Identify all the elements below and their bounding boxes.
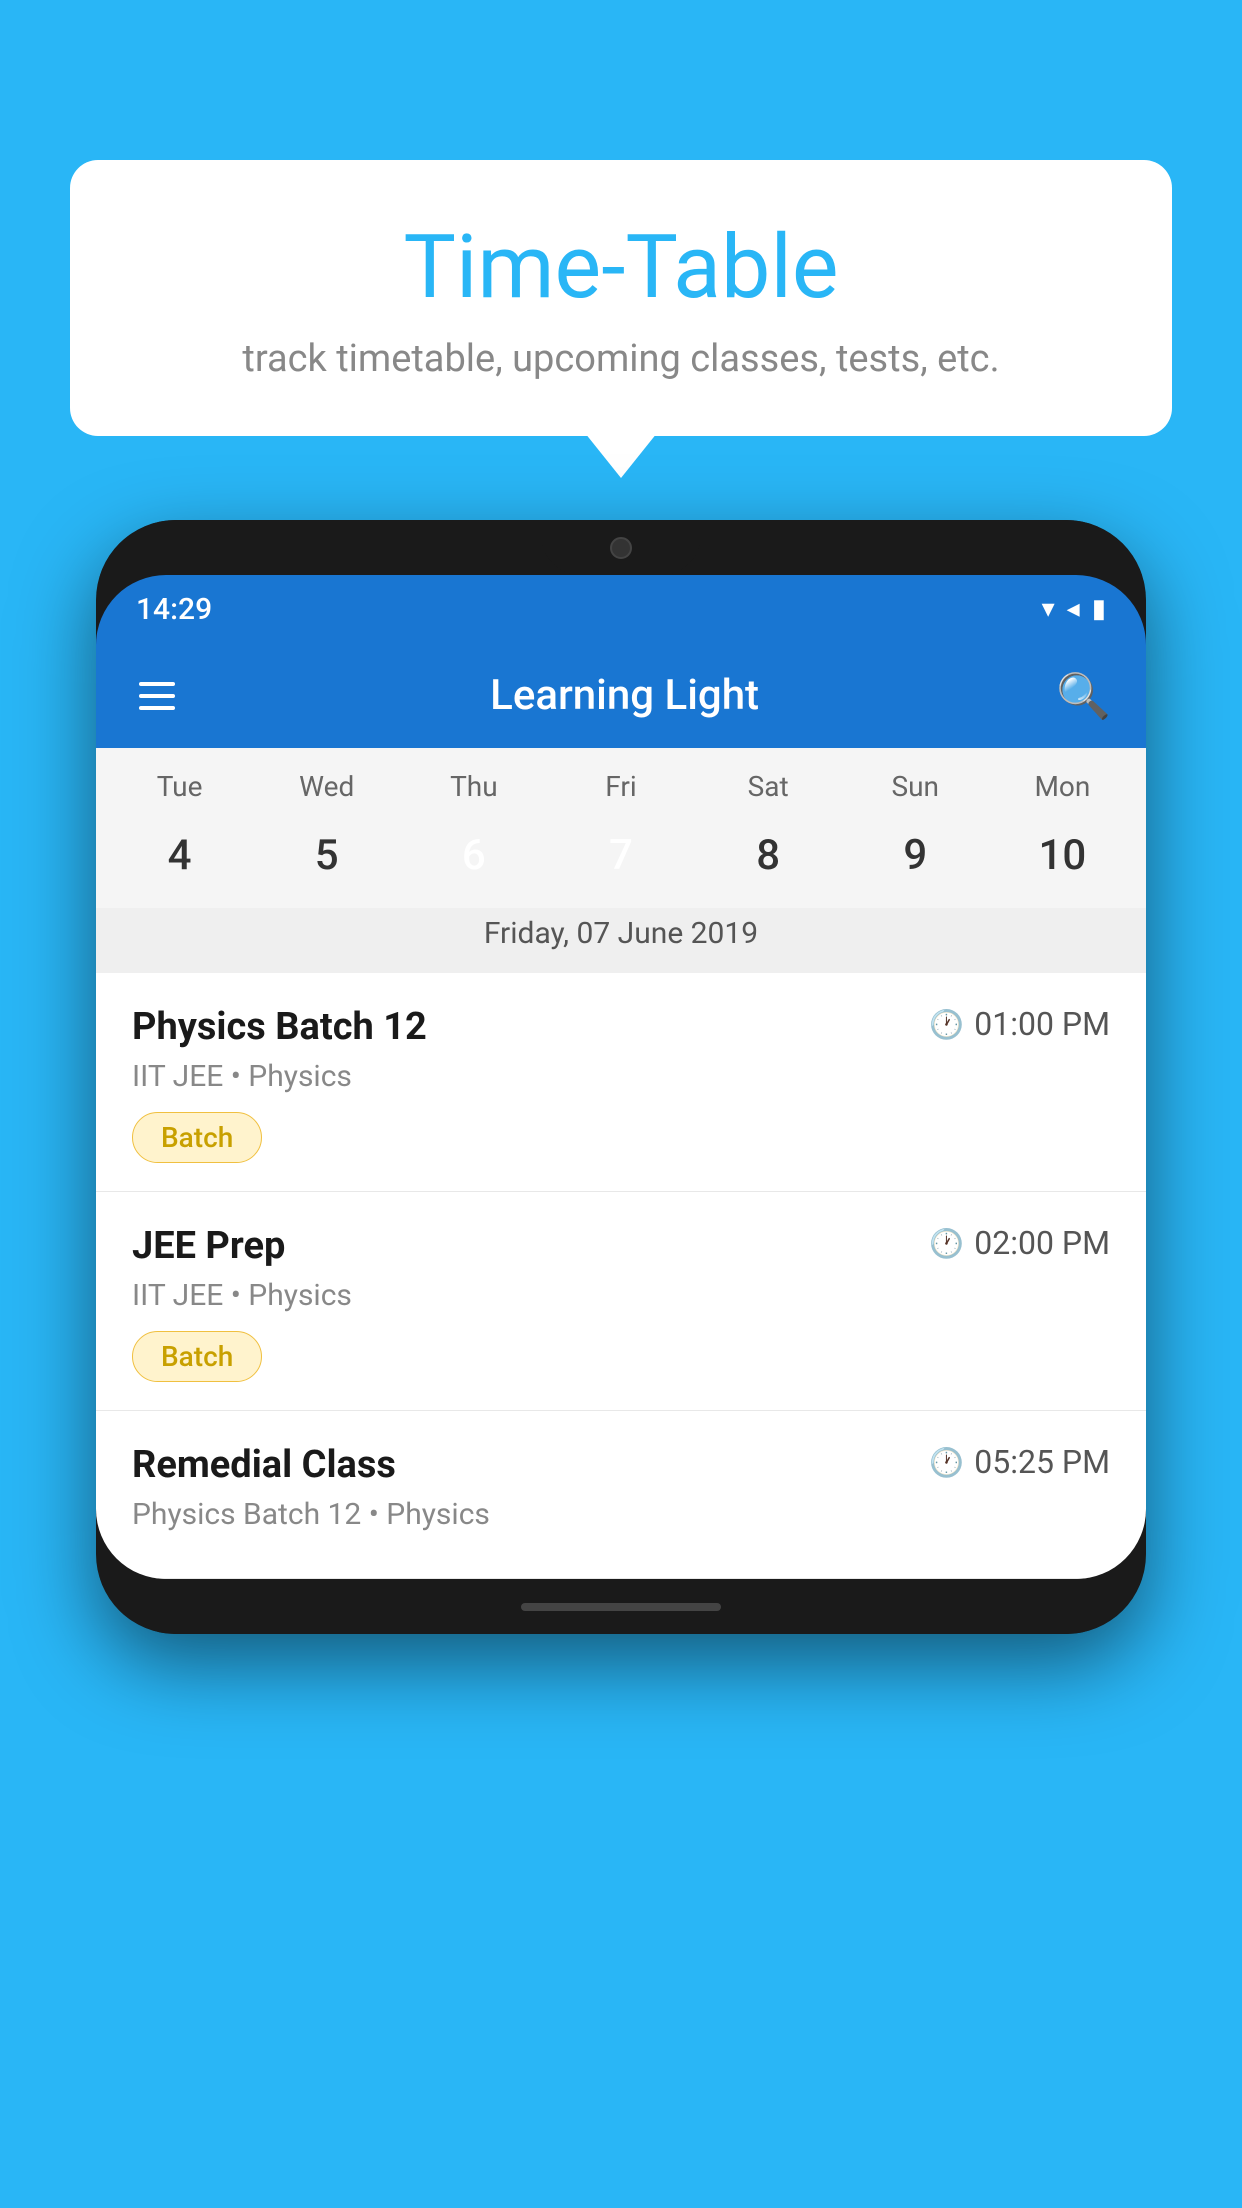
day-wed: Wed — [253, 770, 400, 803]
schedule-item-1-time: 🕐 01:00 PM — [929, 1005, 1110, 1043]
battery-icon: ▮ — [1092, 594, 1106, 624]
phone-screen: 14:29 ▾ ◂ ▮ Learning Light 🔍 — [96, 575, 1146, 1579]
signal-icon: ◂ — [1067, 594, 1080, 624]
schedule-item-3-header: Remedial Class 🕐 05:25 PM — [132, 1443, 1110, 1487]
schedule-item-2-title: JEE Prep — [132, 1224, 285, 1268]
day-headers: Tue Wed Thu Fri Sat Sun Mon — [96, 748, 1146, 813]
phone-notch — [541, 520, 701, 575]
selected-date: Friday, 07 June 2019 — [96, 908, 1146, 973]
schedule-item-1-badge: Batch — [132, 1112, 262, 1163]
speech-bubble-container: Time-Table track timetable, upcoming cla… — [70, 160, 1172, 436]
day-fri: Fri — [547, 770, 694, 803]
day-numbers: 4 5 6 7 8 9 10 — [96, 813, 1146, 908]
phone-container: 14:29 ▾ ◂ ▮ Learning Light 🔍 — [96, 520, 1146, 1634]
search-button[interactable]: 🔍 — [1056, 670, 1111, 722]
schedule-item-2-sub: IIT JEE • Physics — [132, 1278, 1110, 1313]
schedule-item-1[interactable]: Physics Batch 12 🕐 01:00 PM IIT JEE • Ph… — [96, 973, 1146, 1192]
phone-top-bezel — [96, 520, 1146, 575]
schedule-item-3-sub: Physics Batch 12 • Physics — [132, 1497, 1110, 1532]
clock-icon-3: 🕐 — [929, 1446, 964, 1479]
bubble-subtitle: track timetable, upcoming classes, tests… — [130, 337, 1112, 381]
schedule-item-1-title: Physics Batch 12 — [132, 1005, 427, 1049]
day-thu: Thu — [400, 770, 547, 803]
speech-bubble: Time-Table track timetable, upcoming cla… — [70, 160, 1172, 436]
phone-frame: 14:29 ▾ ◂ ▮ Learning Light 🔍 — [96, 520, 1146, 1634]
date-8[interactable]: 8 — [695, 821, 842, 890]
schedule-item-3[interactable]: Remedial Class 🕐 05:25 PM Physics Batch … — [96, 1411, 1146, 1579]
date-5[interactable]: 5 — [253, 821, 400, 890]
calendar-strip: Tue Wed Thu Fri Sat Sun Mon 4 5 6 7 8 9 … — [96, 748, 1146, 973]
day-sun: Sun — [842, 770, 989, 803]
camera-cutout — [610, 537, 632, 559]
date-4[interactable]: 4 — [106, 821, 253, 890]
menu-button[interactable] — [131, 674, 183, 718]
status-bar: 14:29 ▾ ◂ ▮ — [96, 575, 1146, 643]
day-tue: Tue — [106, 770, 253, 803]
schedule-item-2-time-value: 02:00 PM — [974, 1224, 1110, 1262]
schedule-item-2-header: JEE Prep 🕐 02:00 PM — [132, 1224, 1110, 1268]
schedule-item-2-badge: Batch — [132, 1331, 262, 1382]
date-7[interactable]: 7 — [547, 821, 694, 890]
clock-icon-1: 🕐 — [929, 1008, 964, 1041]
schedule-item-1-header: Physics Batch 12 🕐 01:00 PM — [132, 1005, 1110, 1049]
schedule-item-2-time: 🕐 02:00 PM — [929, 1224, 1110, 1262]
home-indicator — [521, 1603, 721, 1611]
schedule-item-1-time-value: 01:00 PM — [974, 1005, 1110, 1043]
day-sat: Sat — [695, 770, 842, 803]
phone-bottom-bezel — [96, 1579, 1146, 1634]
schedule-item-1-sub: IIT JEE • Physics — [132, 1059, 1110, 1094]
status-time: 14:29 — [136, 592, 212, 627]
date-10[interactable]: 10 — [989, 821, 1136, 890]
date-6[interactable]: 6 — [400, 821, 547, 890]
schedule-item-3-time-value: 05:25 PM — [974, 1443, 1110, 1481]
status-icons: ▾ ◂ ▮ — [1042, 594, 1106, 624]
wifi-icon: ▾ — [1042, 594, 1055, 624]
date-9[interactable]: 9 — [842, 821, 989, 890]
schedule-item-3-title: Remedial Class — [132, 1443, 396, 1487]
app-title: Learning Light — [193, 671, 1056, 720]
clock-icon-2: 🕐 — [929, 1227, 964, 1260]
bubble-title: Time-Table — [130, 220, 1112, 317]
app-toolbar: Learning Light 🔍 — [96, 643, 1146, 748]
schedule-item-2[interactable]: JEE Prep 🕐 02:00 PM IIT JEE • Physics Ba… — [96, 1192, 1146, 1411]
schedule-item-3-time: 🕐 05:25 PM — [929, 1443, 1110, 1481]
schedule-list: Physics Batch 12 🕐 01:00 PM IIT JEE • Ph… — [96, 973, 1146, 1579]
day-mon: Mon — [989, 770, 1136, 803]
